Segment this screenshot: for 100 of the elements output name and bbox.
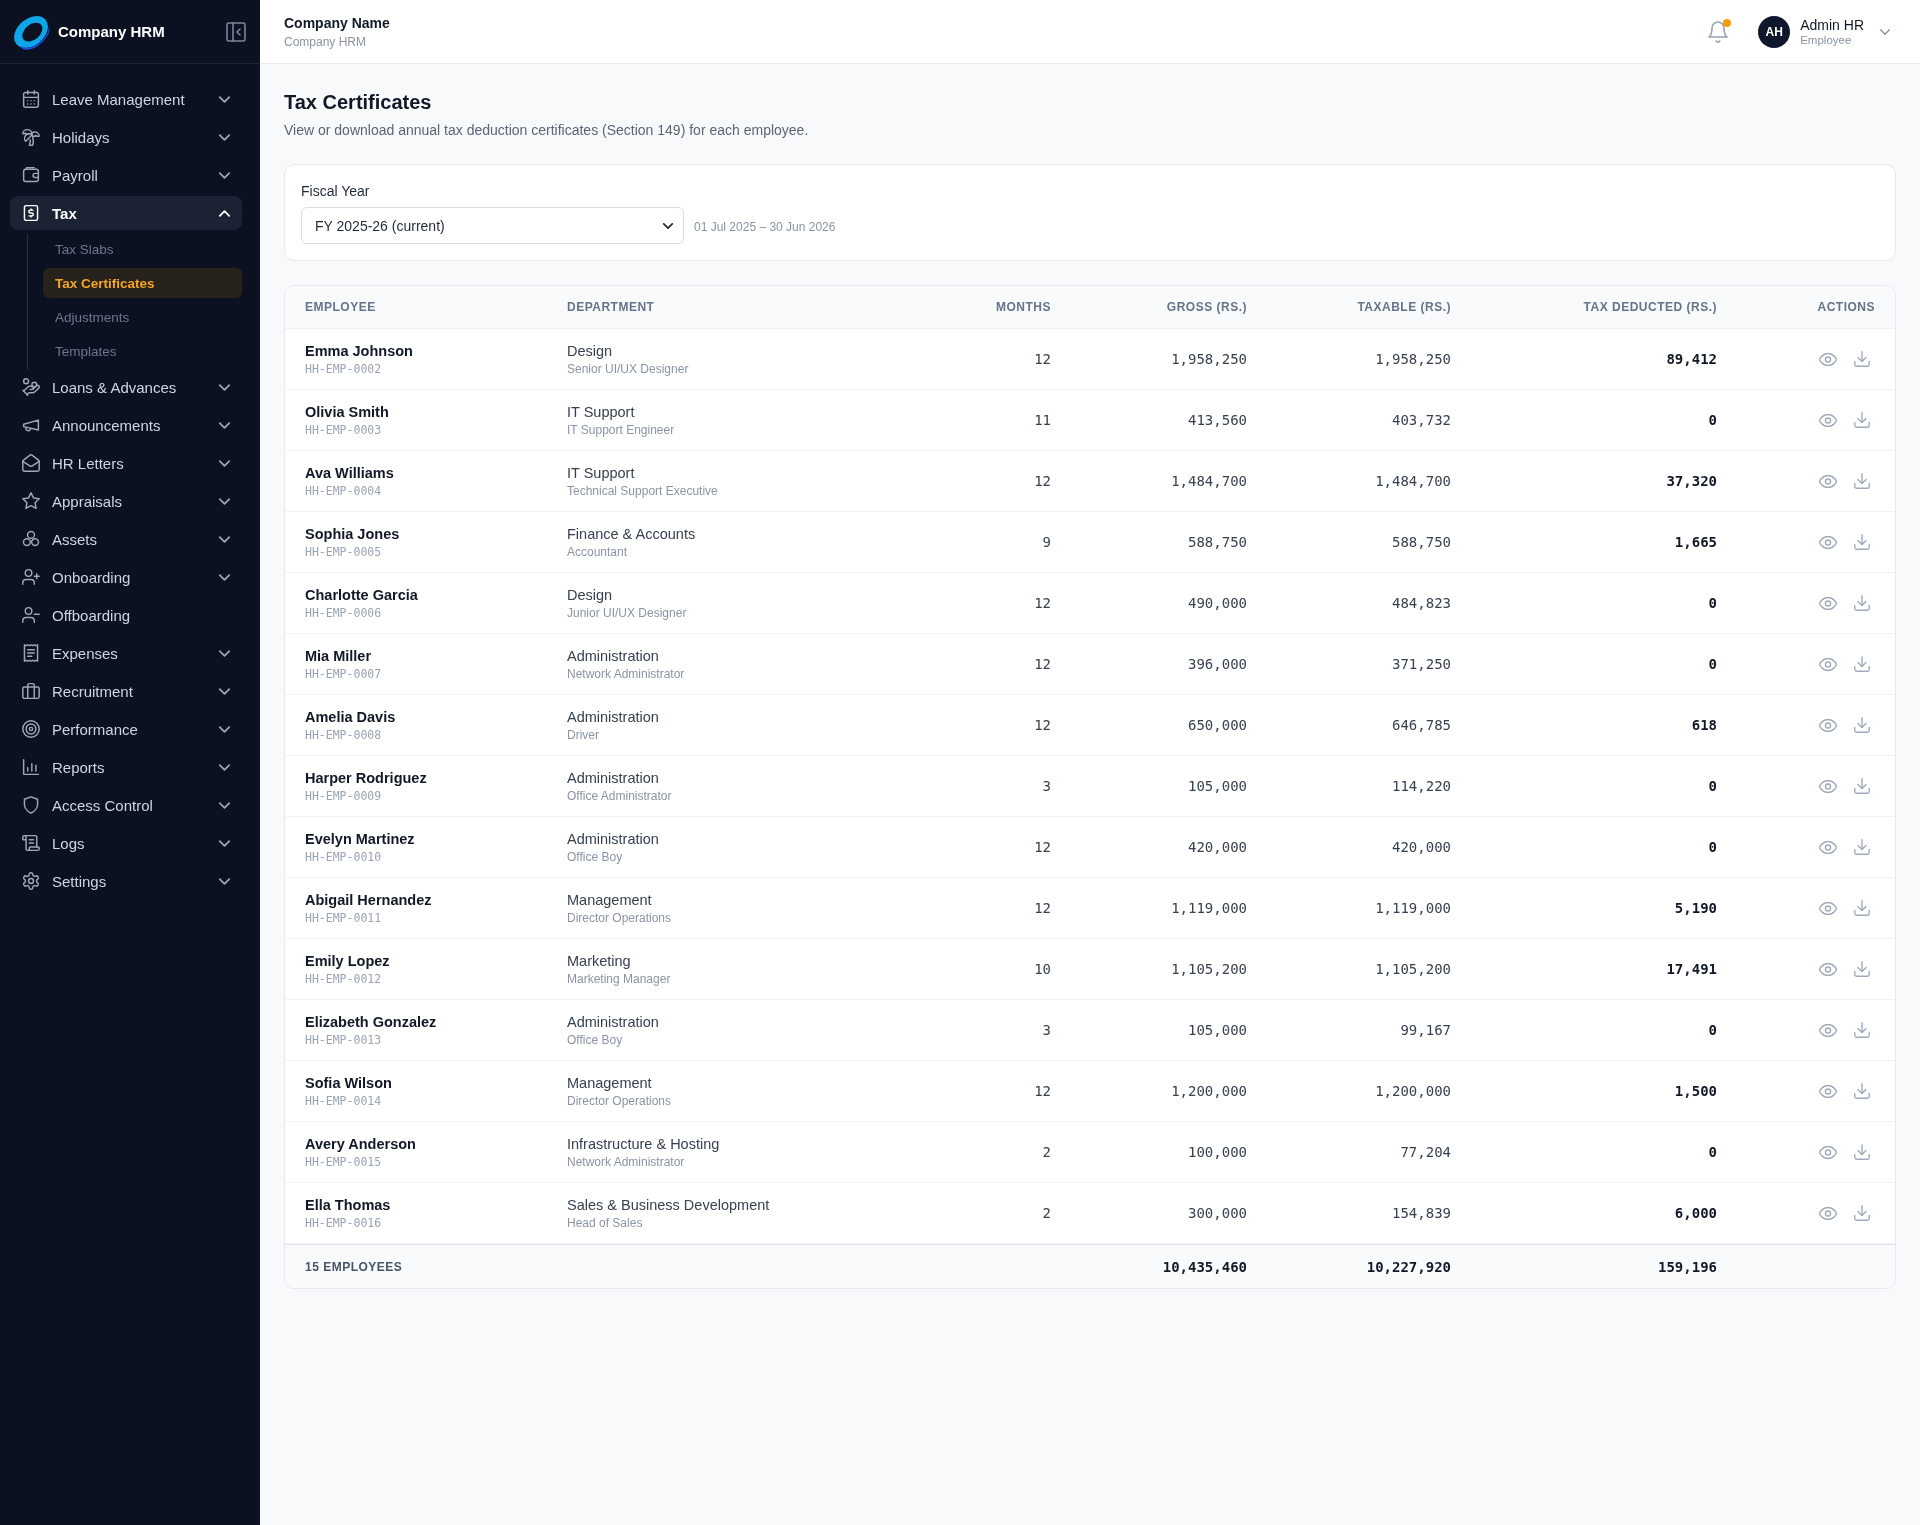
sidebar-item[interactable]: Expenses [10, 636, 242, 670]
column-header: TAXABLE (RS.) [1357, 300, 1451, 314]
employee-name: Charlotte Garcia [305, 585, 418, 605]
gross-amount: 300,000 [1188, 1205, 1247, 1221]
dollar-receipt-icon [22, 204, 40, 222]
sidebar-item[interactable]: Tax [10, 196, 242, 230]
sidebar-item[interactable]: Reports [10, 750, 242, 784]
fiscal-year-label: Fiscal Year [301, 182, 370, 201]
sidebar-item[interactable]: Holidays [10, 120, 242, 154]
tax-deducted-amount: 0 [1708, 778, 1717, 794]
sidebar-subitem[interactable]: Tax Slabs [43, 234, 242, 264]
eye-icon [1819, 718, 1837, 732]
employee-name: Harper Rodriguez [305, 768, 427, 788]
sidebar-item[interactable]: Loans & Advances [10, 370, 242, 404]
fiscal-year-select[interactable]: FY 2025-26 (current) [301, 207, 684, 244]
taxable-amount: 403,732 [1392, 412, 1451, 428]
department-name: IT Support [567, 463, 635, 483]
download-icon [1854, 839, 1870, 855]
employee-name: Abigail Hernandez [305, 890, 432, 910]
gross-amount: 420,000 [1188, 839, 1247, 855]
taxable-amount: 99,167 [1400, 1022, 1451, 1038]
months-value: 9 [1042, 534, 1051, 550]
company-subtitle: Company HRM [284, 34, 367, 49]
job-title: Driver [567, 726, 599, 743]
employee-id: HH-EMP-0004 [305, 482, 382, 499]
gross-amount: 105,000 [1188, 778, 1247, 794]
months-value: 2 [1042, 1144, 1051, 1160]
chevron-down-icon[interactable] [1880, 28, 1890, 35]
job-title: Office Boy [567, 848, 623, 865]
job-title: Office Administrator [567, 787, 672, 804]
bell-icon [1708, 20, 1729, 43]
sidebar-item[interactable]: Announcements [10, 408, 242, 442]
months-value: 12 [1034, 595, 1051, 611]
eye-icon [1819, 474, 1837, 488]
bar-chart-icon [22, 758, 40, 776]
months-value: 11 [1034, 412, 1051, 428]
receipt-icon [22, 644, 40, 662]
employee-name: Emily Lopez [305, 951, 390, 971]
employee-name: Mia Miller [305, 646, 372, 666]
sidebar-item[interactable]: Offboarding [10, 598, 242, 632]
sidebar-item[interactable]: Performance [10, 712, 242, 746]
taxable-amount: 588,750 [1392, 534, 1451, 550]
employee-name: Evelyn Martinez [305, 829, 415, 849]
months-value: 12 [1034, 839, 1051, 855]
download-icon [1854, 961, 1870, 977]
sidebar-item[interactable]: Leave Management [10, 82, 242, 116]
palm-tree-icon [22, 128, 40, 146]
wallet-icon [22, 166, 40, 184]
sidebar-item[interactable]: Settings [10, 864, 242, 898]
eye-icon [1819, 413, 1837, 427]
employee-name: Olivia Smith [305, 402, 389, 422]
taxable-amount: 371,250 [1392, 656, 1451, 672]
department-name: Marketing [567, 951, 631, 971]
months-value: 12 [1034, 351, 1051, 367]
calendar-icon [22, 90, 40, 108]
department-name: Sales & Business Development [567, 1195, 770, 1215]
eye-icon [1819, 657, 1837, 671]
sidebar-subitem[interactable]: Templates [43, 336, 242, 366]
sidebar-item[interactable]: Onboarding [10, 560, 242, 594]
employee-id: HH-EMP-0010 [305, 848, 382, 865]
total-gross: 10,435,460 [1162, 1258, 1247, 1275]
months-value: 10 [1034, 961, 1051, 977]
months-value: 12 [1034, 900, 1051, 916]
sidebar-subitem[interactable]: Tax Certificates [43, 268, 242, 298]
employee-id: HH-EMP-0016 [305, 1214, 382, 1231]
sidebar-item[interactable]: Appraisals [10, 484, 242, 518]
eye-icon [1819, 1084, 1837, 1098]
download-icon [1854, 351, 1870, 367]
three-circles-icon [22, 530, 40, 548]
employee-name: Elizabeth Gonzalez [305, 1012, 437, 1032]
employee-name: Ava Williams [305, 463, 394, 483]
department-name: IT Support [567, 402, 635, 422]
notifications-button[interactable] [1708, 20, 1729, 43]
tax-deducted-amount: 89,412 [1666, 351, 1717, 367]
sidebar-item[interactable]: Logs [10, 826, 242, 860]
sidebar-collapse-icon [226, 21, 246, 42]
taxable-amount: 114,220 [1392, 778, 1451, 794]
download-icon [1854, 412, 1870, 428]
sidebar-subitem[interactable]: Adjustments [43, 302, 242, 332]
sidebar-collapse-button[interactable] [226, 21, 246, 42]
eye-icon [1819, 352, 1837, 366]
employee-id: HH-EMP-0008 [305, 726, 382, 743]
employee-id: HH-EMP-0002 [305, 360, 382, 377]
download-icon [1854, 717, 1870, 733]
job-title: IT Support Engineer [567, 421, 675, 438]
column-header: EMPLOYEE [305, 300, 376, 314]
sidebar-item[interactable]: Assets [10, 522, 242, 556]
eye-icon [1819, 901, 1837, 915]
sidebar-item[interactable]: Payroll [10, 158, 242, 192]
eye-icon [1819, 596, 1837, 610]
taxable-amount: 154,839 [1392, 1205, 1451, 1221]
taxable-amount: 77,204 [1400, 1144, 1451, 1160]
download-icon [1854, 1205, 1870, 1221]
tax-deducted-amount: 1,500 [1674, 1083, 1717, 1099]
envelope-icon [22, 454, 40, 472]
department-name: Infrastructure & Hosting [567, 1134, 720, 1154]
column-header: MONTHS [996, 300, 1051, 314]
sidebar-item[interactable]: Access Control [10, 788, 242, 822]
sidebar-item[interactable]: HR Letters [10, 446, 242, 480]
sidebar-item[interactable]: Recruitment [10, 674, 242, 708]
